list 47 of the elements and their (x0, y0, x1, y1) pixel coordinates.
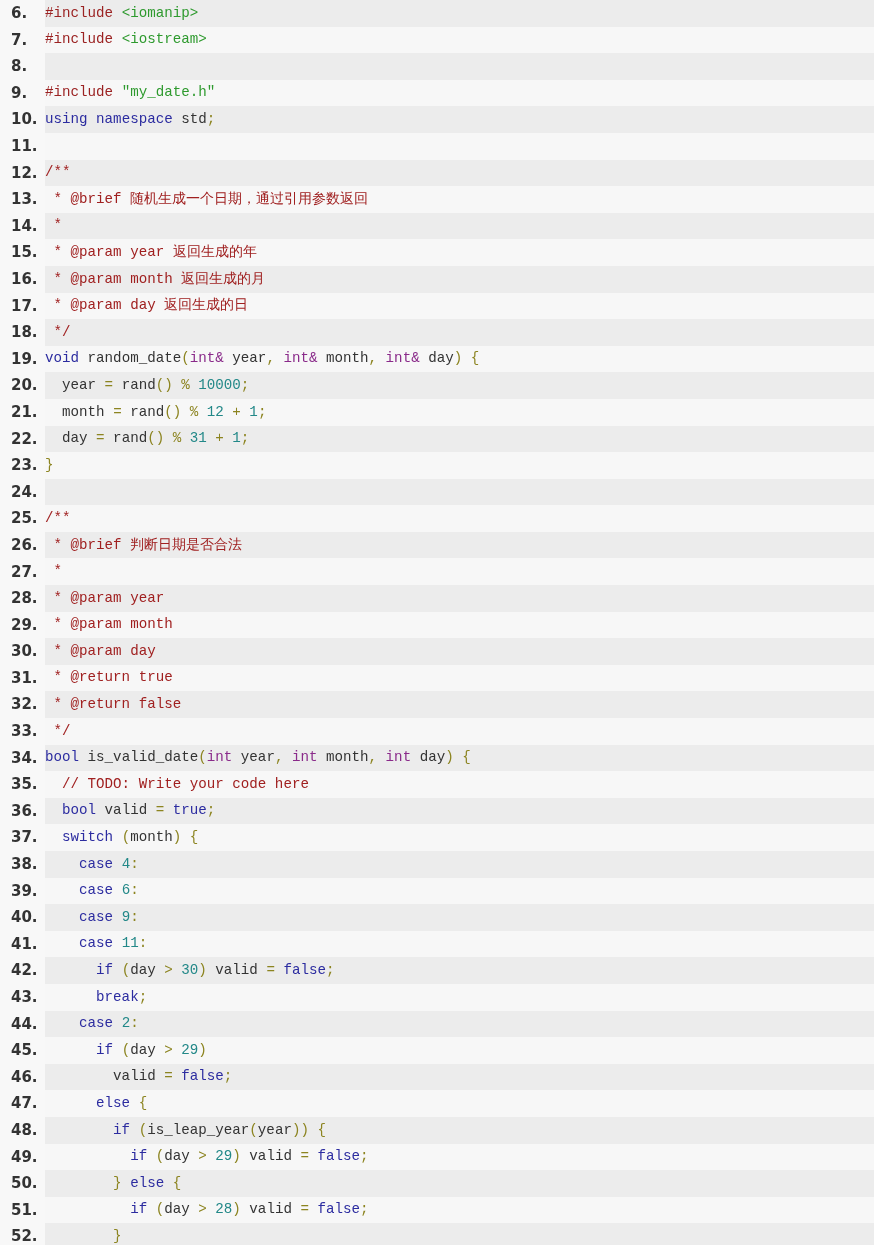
line-number: 27. (10, 561, 39, 583)
line-number: 31. (10, 667, 39, 689)
line-number: 17. (10, 295, 39, 317)
line-number: 43. (10, 987, 39, 1008)
line-number: 52. (10, 1226, 39, 1245)
line-number: 28. (10, 588, 39, 610)
line-number: 49. (10, 1146, 39, 1168)
line-number: 32. (10, 694, 39, 716)
line-number: 44. (10, 1013, 39, 1035)
line-number: 15. (10, 242, 39, 264)
line-number: 40. (10, 907, 39, 929)
line-number: 26. (10, 534, 39, 556)
line-number: 11. (10, 136, 39, 157)
line-number: 25. (10, 508, 39, 530)
line-number: 38. (10, 854, 39, 876)
line-number: 24. (10, 481, 39, 503)
line-number: 6. (10, 3, 29, 25)
line-number: 33. (10, 721, 39, 743)
line-number: 19. (10, 348, 39, 370)
line-number: 34. (10, 747, 39, 769)
line-number: 42. (10, 960, 39, 982)
line-number: 45. (10, 1040, 39, 1062)
line-number: 22. (10, 428, 39, 450)
line-number: 9. (10, 82, 29, 104)
line-number: 46. (10, 1066, 39, 1088)
line-number: 7. (10, 29, 29, 51)
line-number: 35. (10, 774, 39, 796)
line-number: 16. (10, 269, 39, 290)
line-number: 12. (10, 162, 39, 184)
line-number: 10. (10, 109, 39, 131)
line-number: 14. (10, 215, 39, 237)
line-number: 39. (10, 880, 39, 902)
line-number: 21. (10, 401, 39, 423)
line-number: 20. (10, 375, 39, 397)
line-number: 23. (10, 455, 39, 477)
line-number: 48. (10, 1120, 39, 1141)
line-number: 18. (10, 322, 39, 344)
line-number: 47. (10, 1093, 39, 1115)
line-number: 50. (10, 1173, 39, 1195)
line-number: 8. (10, 56, 29, 78)
line-number: 36. (10, 800, 39, 822)
line-number: 29. (10, 614, 39, 636)
line-number: 51. (10, 1199, 39, 1221)
line-number: 37. (10, 827, 39, 849)
line-number: 30. (10, 641, 39, 663)
line-number: 13. (10, 189, 39, 211)
line-number: 41. (10, 933, 39, 955)
